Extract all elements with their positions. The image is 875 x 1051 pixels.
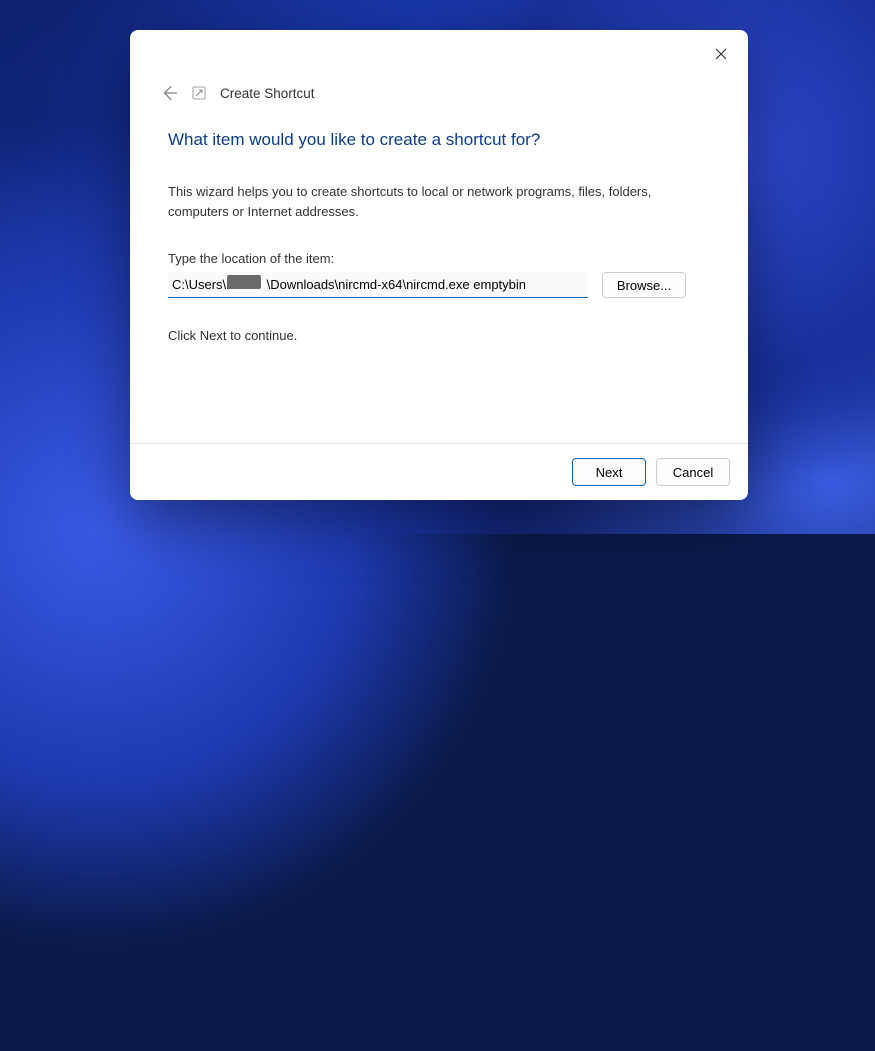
cancel-button[interactable]: Cancel — [656, 458, 730, 486]
headline: What item would you like to create a sho… — [168, 130, 710, 150]
dialog-content: What item would you like to create a sho… — [130, 108, 748, 443]
next-button[interactable]: Next — [572, 458, 646, 486]
dialog-footer: Next Cancel — [130, 443, 748, 500]
continue-hint: Click Next to continue. — [168, 328, 710, 343]
close-icon — [715, 48, 727, 60]
browse-button[interactable]: Browse... — [602, 272, 686, 298]
titlebar — [130, 30, 748, 78]
dialog-title: Create Shortcut — [220, 86, 315, 101]
wizard-description: This wizard helps you to create shortcut… — [168, 182, 708, 221]
location-row: Browse... — [168, 272, 710, 298]
create-shortcut-dialog: Create Shortcut What item would you like… — [130, 30, 748, 500]
location-label: Type the location of the item: — [168, 251, 710, 266]
location-input-wrap — [168, 272, 588, 298]
redacted-username — [227, 275, 261, 289]
shortcut-icon — [192, 86, 206, 100]
back-arrow-icon[interactable] — [160, 84, 178, 102]
close-button[interactable] — [698, 36, 744, 72]
breadcrumb: Create Shortcut — [130, 78, 748, 108]
